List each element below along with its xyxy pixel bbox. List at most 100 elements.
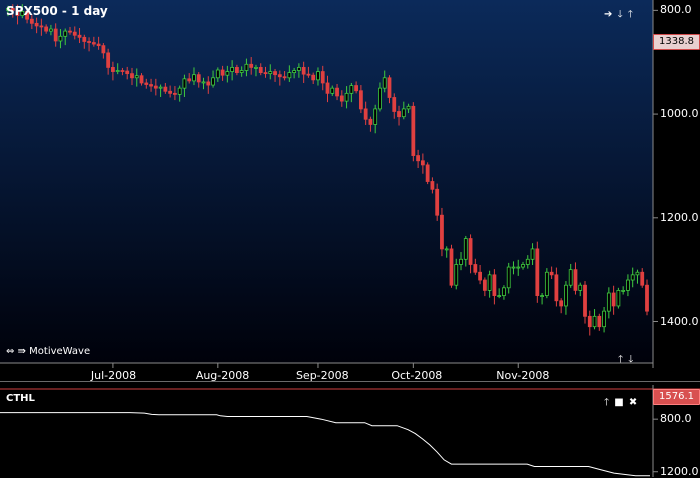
candle-body — [125, 70, 130, 75]
candle-body — [287, 72, 292, 79]
candle-body — [192, 74, 196, 82]
candle-body — [378, 87, 382, 110]
candle-body — [425, 164, 430, 182]
candle-body — [29, 18, 34, 24]
candle-body — [115, 70, 120, 72]
candle-body — [540, 295, 544, 297]
candle-body — [234, 67, 239, 73]
candle-body — [511, 266, 516, 269]
candle-body — [258, 67, 263, 73]
candle-body — [568, 269, 573, 286]
watermark: ⇔ ⇛ MotiveWave — [6, 346, 90, 358]
candle-body — [497, 295, 502, 297]
candle-body — [263, 72, 268, 75]
candle-body — [68, 30, 72, 33]
candle-body — [49, 28, 53, 32]
candle-body — [621, 289, 626, 292]
candle — [411, 102, 416, 162]
candle-body — [158, 86, 163, 89]
candle-body — [91, 42, 96, 45]
candle-body — [139, 75, 144, 84]
candle-body — [292, 70, 297, 73]
candle-body — [411, 105, 416, 156]
candle-body — [225, 71, 230, 76]
candle-body — [325, 82, 330, 94]
candle-body — [525, 258, 530, 265]
candle-body — [196, 74, 201, 83]
candle-body — [373, 108, 378, 125]
candle-body — [473, 264, 478, 273]
candle-body — [478, 271, 482, 281]
y-tick-label: 1200.0 — [660, 210, 699, 224]
candle-body — [645, 284, 649, 312]
arrows-horizontal-icon[interactable]: ⇔ — [6, 346, 14, 357]
candle-body — [487, 274, 492, 291]
candle-body — [430, 181, 435, 190]
candle-body — [63, 30, 68, 37]
indicator-chart[interactable] — [0, 385, 700, 477]
candle — [440, 207, 444, 257]
candle-body — [34, 22, 39, 27]
price-plot-background — [0, 0, 653, 363]
candle-body — [397, 111, 401, 118]
candle-body — [311, 74, 316, 81]
candle-body — [220, 69, 225, 76]
candle-body — [277, 74, 282, 78]
candle-body — [153, 85, 158, 89]
candle-body — [597, 315, 602, 328]
candle-body — [564, 284, 568, 307]
candle-body — [516, 266, 521, 269]
candle-body — [492, 274, 497, 296]
x-tick-label: Jul-2008 — [90, 369, 137, 382]
candle-body — [39, 25, 44, 28]
chart-top-controls: ➔ 🡓 🡑 — [604, 2, 633, 21]
candle-body — [163, 86, 168, 92]
candle-body — [440, 214, 444, 250]
candle-body — [420, 160, 425, 166]
indicator-plot-background — [0, 385, 653, 477]
y-tick-label: 800.0 — [660, 3, 692, 17]
arrow-up-icon[interactable]: 🡑 — [618, 354, 623, 365]
candle-body — [449, 248, 454, 286]
arrow-up-icon[interactable]: 🡑 — [628, 9, 633, 20]
price-chart[interactable] — [0, 0, 700, 385]
candle-body — [215, 69, 220, 79]
candle-body — [463, 238, 468, 260]
candle-body — [335, 87, 339, 97]
candle — [449, 244, 454, 288]
arrow-up-icon[interactable]: 🡑 — [604, 397, 609, 408]
candle-body — [144, 82, 149, 85]
arrow-right-icon[interactable]: ➔ — [604, 9, 612, 20]
candle — [535, 241, 540, 303]
candle-body — [459, 258, 463, 265]
candle-body — [521, 264, 525, 268]
candle-body — [182, 78, 187, 89]
arrow-down-icon[interactable]: 🡓 — [617, 9, 622, 20]
candle-body — [173, 92, 177, 95]
candle-body — [77, 34, 82, 38]
candle-body — [230, 67, 235, 72]
candle-body — [106, 52, 111, 68]
candle-body — [444, 248, 449, 251]
candle-body — [635, 271, 640, 276]
candle-body — [354, 85, 359, 92]
candle-body — [120, 70, 125, 72]
arrows-right-icon[interactable]: ⇛ — [18, 346, 26, 357]
arrow-down-icon[interactable]: 🡓 — [628, 354, 633, 365]
candle-body — [206, 81, 211, 86]
close-icon[interactable]: ✖ — [629, 397, 637, 408]
candle-body — [578, 284, 583, 291]
candle-body — [187, 78, 192, 82]
candle-body — [316, 71, 320, 81]
candle-body — [320, 71, 325, 84]
candle-body — [339, 95, 344, 102]
square-icon[interactable]: ■ — [614, 397, 623, 408]
candle-body — [392, 97, 397, 112]
candle-body — [177, 87, 182, 95]
candle-body — [211, 77, 215, 86]
candle-body — [535, 248, 540, 296]
x-tick-label: Sep-2008 — [295, 369, 349, 382]
candle-body — [401, 108, 406, 118]
candle-body — [368, 118, 373, 125]
candle-body — [249, 63, 254, 68]
